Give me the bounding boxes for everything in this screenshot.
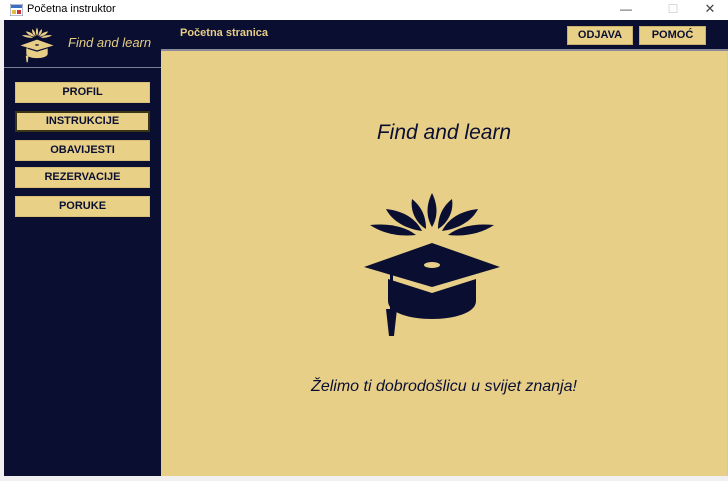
graduation-cap-icon <box>20 27 54 63</box>
nav-obavijesti-button[interactable]: OBAVIJESTI <box>15 140 150 161</box>
app-window-icon <box>10 4 23 16</box>
minimize-button[interactable]: — <box>608 0 644 20</box>
hero-title: Find and learn <box>376 121 512 144</box>
maximize-button[interactable]: ☐ <box>655 0 691 20</box>
nav-profil-button[interactable]: PROFIL <box>15 82 150 103</box>
sidebar-divider <box>4 67 161 68</box>
help-button[interactable]: POMOĆ <box>639 26 706 45</box>
nav-instrukcije-button[interactable]: INSTRUKCIJE <box>15 111 150 132</box>
sidebar-brand: Find and learn <box>68 35 152 50</box>
sidebar-logo: Find and learn <box>4 21 161 67</box>
nav-poruke-button[interactable]: PORUKE <box>15 196 150 217</box>
window-bottom-edge <box>4 476 728 481</box>
welcome-message: Želimo ti dobrodošlicu u svijet znanja! <box>311 378 577 395</box>
window-title: Početna instruktor <box>27 3 116 15</box>
graduation-cap-icon <box>364 193 500 336</box>
nav-rezervacije-button[interactable]: REZERVACIJE <box>15 167 150 188</box>
logout-button[interactable]: ODJAVA <box>567 26 633 45</box>
page-title: Početna stranica <box>180 27 269 39</box>
window-titlebar: Početna instruktor — ☐ ✕ <box>0 0 728 20</box>
close-button[interactable]: ✕ <box>692 0 728 20</box>
